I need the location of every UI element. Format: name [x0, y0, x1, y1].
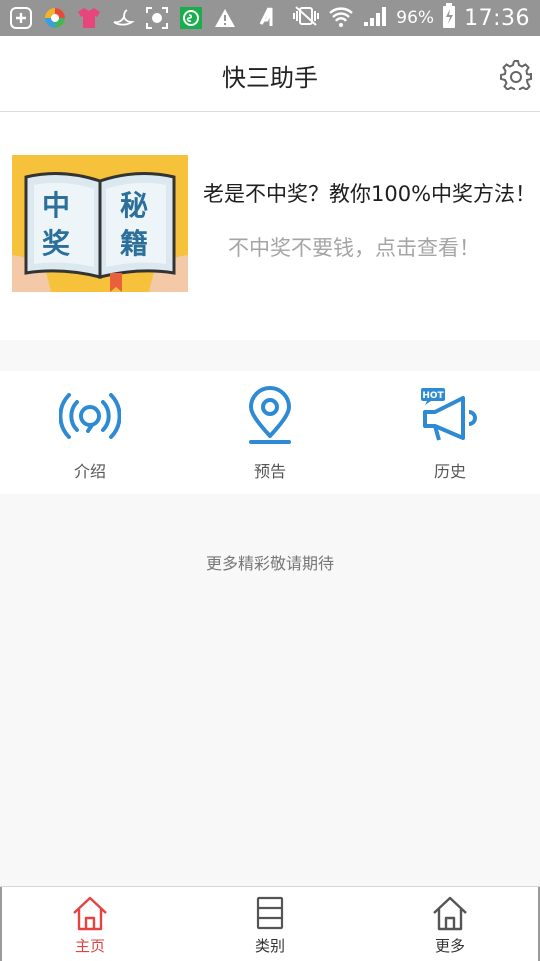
home-outline-icon [433, 896, 467, 931]
book-illustration: 中 奖 秘 籍 [12, 155, 188, 292]
tab-home[interactable]: 主页 [0, 887, 180, 961]
app-header: 快三助手 [0, 36, 540, 112]
tab-more[interactable]: 更多 [360, 887, 540, 961]
bird-icon [110, 5, 136, 31]
add-icon [8, 5, 34, 31]
feature-intro-label: 介绍 [73, 462, 106, 481]
book-char-1: 中 [42, 189, 70, 222]
feature-history[interactable]: HOT 历史 [360, 371, 540, 494]
tab-home-label: 主页 [74, 937, 105, 955]
megaphone-hot-icon: HOT [421, 388, 477, 441]
tab-category-label: 类别 [254, 937, 285, 955]
gear-icon [500, 60, 532, 94]
vibrate-icon [292, 4, 320, 32]
warning-icon [212, 5, 238, 31]
clock: 17:36 [464, 5, 530, 31]
feature-intro[interactable]: 介绍 [0, 371, 180, 494]
colorful-app-icon [42, 5, 68, 31]
focus-icon [144, 5, 170, 31]
location-pin-icon [249, 386, 291, 444]
book-char-3: 秘 [120, 189, 148, 222]
tab-more-label: 更多 [434, 937, 465, 955]
feature-forecast-label: 预告 [253, 462, 286, 481]
settings-button[interactable] [500, 58, 532, 94]
home-icon [73, 896, 107, 931]
page-title: 快三助手 [222, 64, 318, 92]
signal-icon [362, 4, 388, 32]
feature-history-label: 历史 [433, 462, 466, 481]
nfc-icon [258, 4, 284, 32]
broadcast-icon [59, 393, 121, 439]
wifi-icon [328, 4, 354, 32]
tabbar-edge-left [0, 887, 2, 961]
tab-category[interactable]: 类别 [180, 887, 360, 961]
book-char-4: 籍 [120, 227, 148, 260]
list-icon [256, 896, 284, 930]
bottom-tab-bar: 主页 类别 更多 [0, 886, 540, 961]
battery-percent: 96% [396, 8, 435, 28]
book-char-2: 奖 [42, 227, 70, 260]
promo-banner[interactable]: 中 奖 秘 籍 老是不中奖？教你100%中奖方法！ 不中奖不要钱，点击查看！ [0, 112, 540, 340]
wechat-icon [178, 5, 204, 31]
shirt-icon [76, 5, 102, 31]
feature-forecast[interactable]: 预告 [180, 371, 360, 494]
system-icons: 96% 17:36 [258, 0, 530, 36]
hot-badge: HOT [422, 391, 444, 401]
banner-subline: 不中奖不要钱，点击查看！ [228, 236, 480, 260]
battery-icon [442, 3, 456, 33]
status-bar: 96% 17:36 [0, 0, 540, 36]
coming-soon-text: 更多精彩敬请期待 [205, 554, 334, 573]
banner-headline: 老是不中奖？教你100%中奖方法！ [203, 182, 537, 206]
feature-row: 介绍 预告 HOT 历史 [0, 371, 540, 494]
notification-icons [8, 5, 238, 31]
